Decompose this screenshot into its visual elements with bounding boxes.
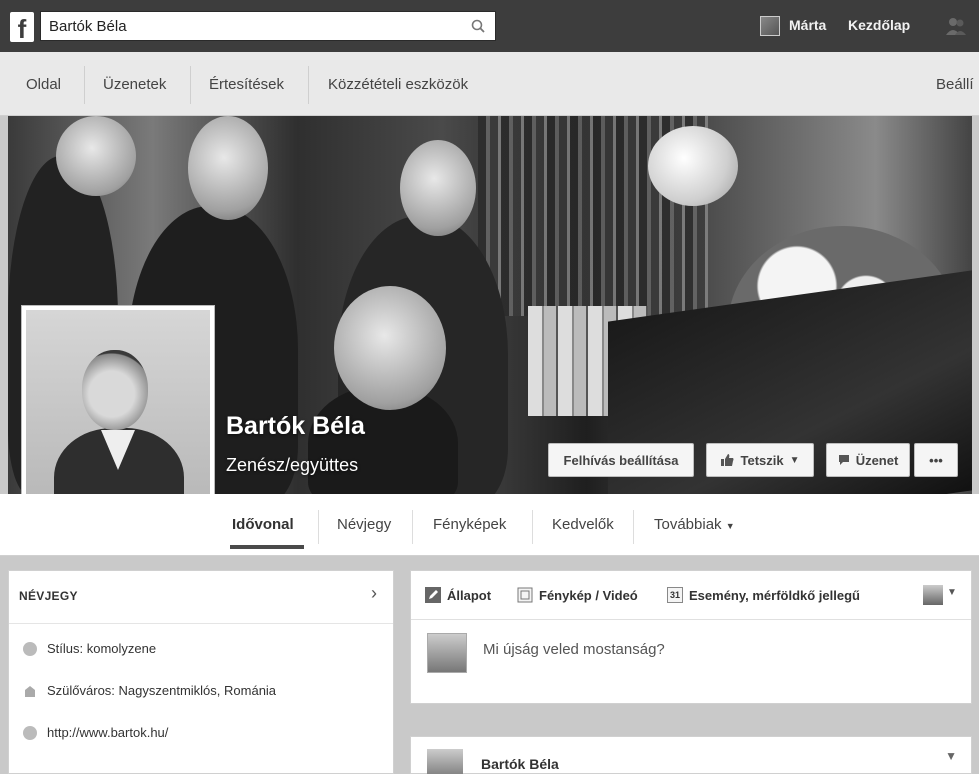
search-field[interactable]: Bartók Béla [40, 11, 496, 41]
more-dots-icon: ••• [929, 452, 943, 468]
status-input[interactable]: Mi újság veled mostanság? [483, 641, 665, 658]
home-icon [25, 685, 35, 697]
divider [84, 66, 85, 104]
about-row-text: Szülőváros: Nagyszentmiklós, Románia [47, 683, 277, 698]
admin-tab-settings[interactable]: Beállí [936, 76, 974, 93]
admin-tab-publishing-tools[interactable]: Közzétételi eszközök [328, 76, 468, 93]
divider [318, 510, 319, 544]
cover-lamp [648, 126, 738, 206]
admin-tab-notifications[interactable]: Értesítések [209, 76, 284, 93]
about-website-link[interactable]: http://www.bartok.hu/ [47, 725, 168, 740]
page-title[interactable]: Bartók Béla [226, 412, 365, 441]
chevron-right-icon[interactable]: › [371, 583, 377, 604]
friend-requests-icon[interactable] [945, 16, 967, 36]
post-author-name[interactable]: Bartók Béla [481, 756, 559, 772]
about-card-title[interactable]: NÉVJEGY [19, 589, 78, 603]
tab-more[interactable]: Továbbiak ▼ [654, 516, 735, 533]
about-row-style: Stílus: komolyzene [23, 641, 156, 656]
about-row-website[interactable]: http://www.bartok.hu/ [23, 725, 168, 740]
tab-about[interactable]: Névjegy [337, 516, 391, 533]
admin-tab-messages[interactable]: Üzenetek [103, 76, 166, 93]
profile-person-head [82, 350, 148, 430]
active-tab-indicator [230, 545, 304, 549]
about-row-text: Stílus: komolyzene [47, 641, 157, 656]
user-avatar[interactable] [760, 16, 780, 36]
composer-tab-photo-video[interactable]: Fénykép / Videó [517, 587, 638, 603]
composer-page-avatar[interactable] [923, 585, 943, 605]
caret-down-icon: ▼ [725, 521, 735, 531]
search-input[interactable]: Bartók Béla [49, 18, 127, 35]
set-call-to-action-button[interactable]: Felhívás beállítása [548, 443, 694, 477]
tab-timeline[interactable]: Idővonal [232, 516, 294, 533]
divider [308, 66, 309, 104]
chevron-down-icon[interactable]: ▼ [945, 749, 957, 763]
top-navigation-bar: f Bartók Béla Márta Kezdőlap [0, 0, 979, 52]
composer-tab-status[interactable]: Állapot [425, 587, 491, 603]
facebook-logo-icon[interactable]: f [10, 12, 34, 44]
page-category[interactable]: Zenész/együttes [226, 455, 358, 476]
cover-person-head [334, 286, 446, 410]
tab-likes[interactable]: Kedvelők [552, 516, 614, 533]
page-tabs: Idővonal Névjegy Fényképek Kedvelők Tová… [0, 494, 979, 556]
chevron-down-icon: ▼ [789, 454, 800, 466]
tab-more-label: Továbbiak [654, 516, 722, 533]
divider [411, 619, 971, 620]
divider [190, 66, 191, 104]
message-button-label: Üzenet [855, 452, 899, 468]
divider [412, 510, 413, 544]
chevron-down-icon[interactable]: ▼ [947, 587, 957, 598]
pencil-icon [425, 587, 441, 603]
user-name-link[interactable]: Márta [789, 17, 826, 33]
thumbs-up-icon [721, 454, 734, 466]
globe-icon [23, 725, 37, 740]
like-button-label: Tetszik [740, 452, 784, 468]
cover-person-head [56, 116, 136, 196]
divider [9, 623, 393, 624]
post-composer: Állapot Fénykép / Videó 31 Esemény, mérf… [410, 570, 972, 704]
admin-tab-page[interactable]: Oldal [26, 76, 61, 93]
cta-button-label: Felhívás beállítása [563, 452, 679, 468]
composer-tab-label: Fénykép / Videó [539, 587, 638, 603]
home-link[interactable]: Kezdőlap [848, 17, 910, 33]
about-row-hometown: Szülőváros: Nagyszentmiklós, Románia [23, 683, 276, 698]
post-author-avatar[interactable] [427, 749, 463, 774]
photo-icon [517, 587, 533, 603]
speech-bubble-icon [838, 455, 849, 465]
tab-photos[interactable]: Fényképek [433, 516, 506, 533]
search-icon[interactable] [471, 19, 485, 33]
more-options-button[interactable]: ••• [914, 443, 958, 477]
composer-tab-label: Esemény, mérföldkő jellegű [689, 587, 860, 603]
composer-tab-event[interactable]: 31 Esemény, mérföldkő jellegű [667, 587, 860, 603]
music-icon [23, 641, 37, 656]
composer-avatar [427, 633, 467, 673]
cover-person-head [188, 116, 268, 220]
message-button[interactable]: Üzenet [826, 443, 910, 477]
about-card: NÉVJEGY › Stílus: komolyzene Szülőváros:… [8, 570, 394, 774]
cover-person-head [400, 140, 476, 236]
divider [532, 510, 533, 544]
divider [633, 510, 634, 544]
page-admin-bar: Oldal Üzenetek Értesítések Közzétételi e… [0, 52, 979, 116]
timeline-post: Bartók Béla ▼ [410, 736, 972, 774]
composer-tab-label: Állapot [447, 587, 492, 603]
like-button[interactable]: Tetszik ▼ [706, 443, 814, 477]
calendar-icon: 31 [667, 587, 683, 603]
